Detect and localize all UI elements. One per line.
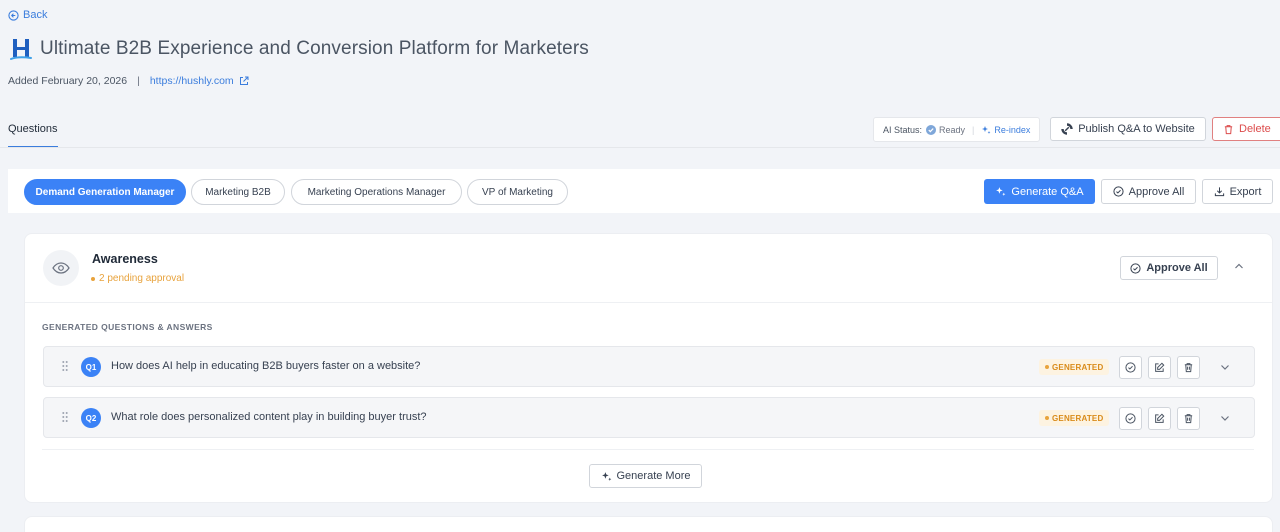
ai-status-panel: AI Status: Ready | Re-index [873,117,1041,142]
check-circle-icon [1113,186,1124,197]
website-link[interactable]: https://hushly.com [150,75,234,87]
check-circle-icon [1130,262,1141,274]
question-number-badge: Q2 [81,408,101,428]
export-button[interactable]: Export [1202,179,1273,204]
publish-label: Publish Q&A to Website [1078,123,1195,135]
drag-handle-icon[interactable] [62,411,68,423]
sparkle-icon [995,186,1006,197]
meta-separator: | [137,75,140,87]
generate-more-button[interactable]: Generate More [589,464,702,488]
sparkle-icon [981,125,991,135]
persona-tab-marketing-operations-manager[interactable]: Marketing Operations Manager [291,179,462,205]
drag-handle-icon[interactable] [62,360,68,372]
status-badge: GENERATED [1039,410,1110,426]
delete-button[interactable]: Delete [1212,117,1280,141]
status-label: GENERATED [1052,413,1104,423]
status-dot-icon [1045,365,1049,369]
delete-question-button[interactable] [1177,356,1200,379]
section-label: GENERATED QUESTIONS & ANSWERS [42,322,213,332]
delete-question-button[interactable] [1177,407,1200,430]
pending-approval-status: 2 pending approval [91,273,184,284]
check-circle-icon [926,124,937,135]
stage-approve-all-button[interactable]: Approve All [1120,256,1218,280]
persona-tab-marketing-b2b[interactable]: Marketing B2B [191,179,285,205]
trash-icon [1183,362,1194,373]
persona-tab-vp-of-marketing[interactable]: VP of Marketing [467,179,568,205]
pending-dot-icon [91,276,95,281]
sparkle-icon [601,471,612,482]
approve-question-button[interactable] [1119,356,1142,379]
persona-tab-demand-generation-manager[interactable]: Demand Generation Manager [24,179,186,205]
page-meta: Added February 20, 2026 | https://hushly… [8,75,249,87]
qa-row[interactable]: Q1 How does AI help in educating B2B buy… [43,346,1255,387]
ai-status-label: AI Status: [883,124,923,135]
back-link[interactable]: Back [8,9,47,21]
approve-all-button[interactable]: Approve All [1101,179,1196,204]
arrow-left-circle-icon [8,9,19,21]
question-number-badge: Q1 [81,357,101,377]
chevron-up-icon[interactable] [1233,260,1245,272]
stage-header: Awareness 2 pending approval Approve All [25,234,1272,303]
stage-title: Awareness [92,252,158,266]
tabs-divider [0,147,1280,148]
back-label: Back [23,9,48,21]
publish-icon [1061,123,1073,135]
ai-status-divider: | [972,124,975,135]
tab-questions[interactable]: Questions [8,123,58,148]
divider [42,449,1254,450]
download-icon [1214,186,1225,197]
page-title: Ultimate B2B Experience and Conversion P… [40,38,589,59]
persona-bar: Demand Generation Manager Marketing B2B … [8,169,1280,213]
stage-card-next [24,516,1273,532]
reindex-button[interactable]: Re-index [981,125,1030,135]
qa-row[interactable]: Q2 What role does personalized content p… [43,397,1255,438]
hushly-logo-icon [10,36,32,62]
publish-qa-button[interactable]: Publish Q&A to Website [1050,117,1206,141]
page-header: Ultimate B2B Experience and Conversion P… [10,36,589,62]
added-date: Added February 20, 2026 [8,75,128,87]
edit-question-button[interactable] [1148,356,1171,379]
edit-question-button[interactable] [1148,407,1171,430]
question-text: What role does personalized content play… [111,411,427,423]
edit-icon [1154,362,1165,373]
external-link-icon[interactable] [239,76,249,86]
status-dot-icon [1045,416,1049,420]
pending-approval-label: 2 pending approval [99,273,185,284]
generate-qa-button[interactable]: Generate Q&A [984,179,1095,204]
edit-icon [1154,413,1165,424]
ai-status-value: Ready [939,124,966,135]
generate-more-label: Generate More [616,470,691,482]
check-circle-icon [1125,413,1136,424]
export-label: Export [1229,185,1262,198]
reindex-label: Re-index [994,124,1031,135]
eye-icon [43,250,79,286]
stage-approve-all-label: Approve All [1146,262,1208,274]
ai-status-ready: Ready [926,124,966,135]
chevron-down-icon[interactable] [1219,412,1231,424]
question-text: How does AI help in educating B2B buyers… [111,360,421,372]
trash-icon [1183,413,1194,424]
delete-label: Delete [1239,123,1271,135]
status-label: GENERATED [1052,362,1104,372]
chevron-down-icon[interactable] [1219,361,1231,373]
check-circle-icon [1125,362,1136,373]
trash-icon [1223,124,1234,135]
approve-all-label: Approve All [1128,185,1185,198]
generate-qa-label: Generate Q&A [1011,185,1084,198]
status-badge: GENERATED [1039,359,1110,375]
stage-card-awareness: Awareness 2 pending approval Approve All… [24,233,1273,503]
approve-question-button[interactable] [1119,407,1142,430]
